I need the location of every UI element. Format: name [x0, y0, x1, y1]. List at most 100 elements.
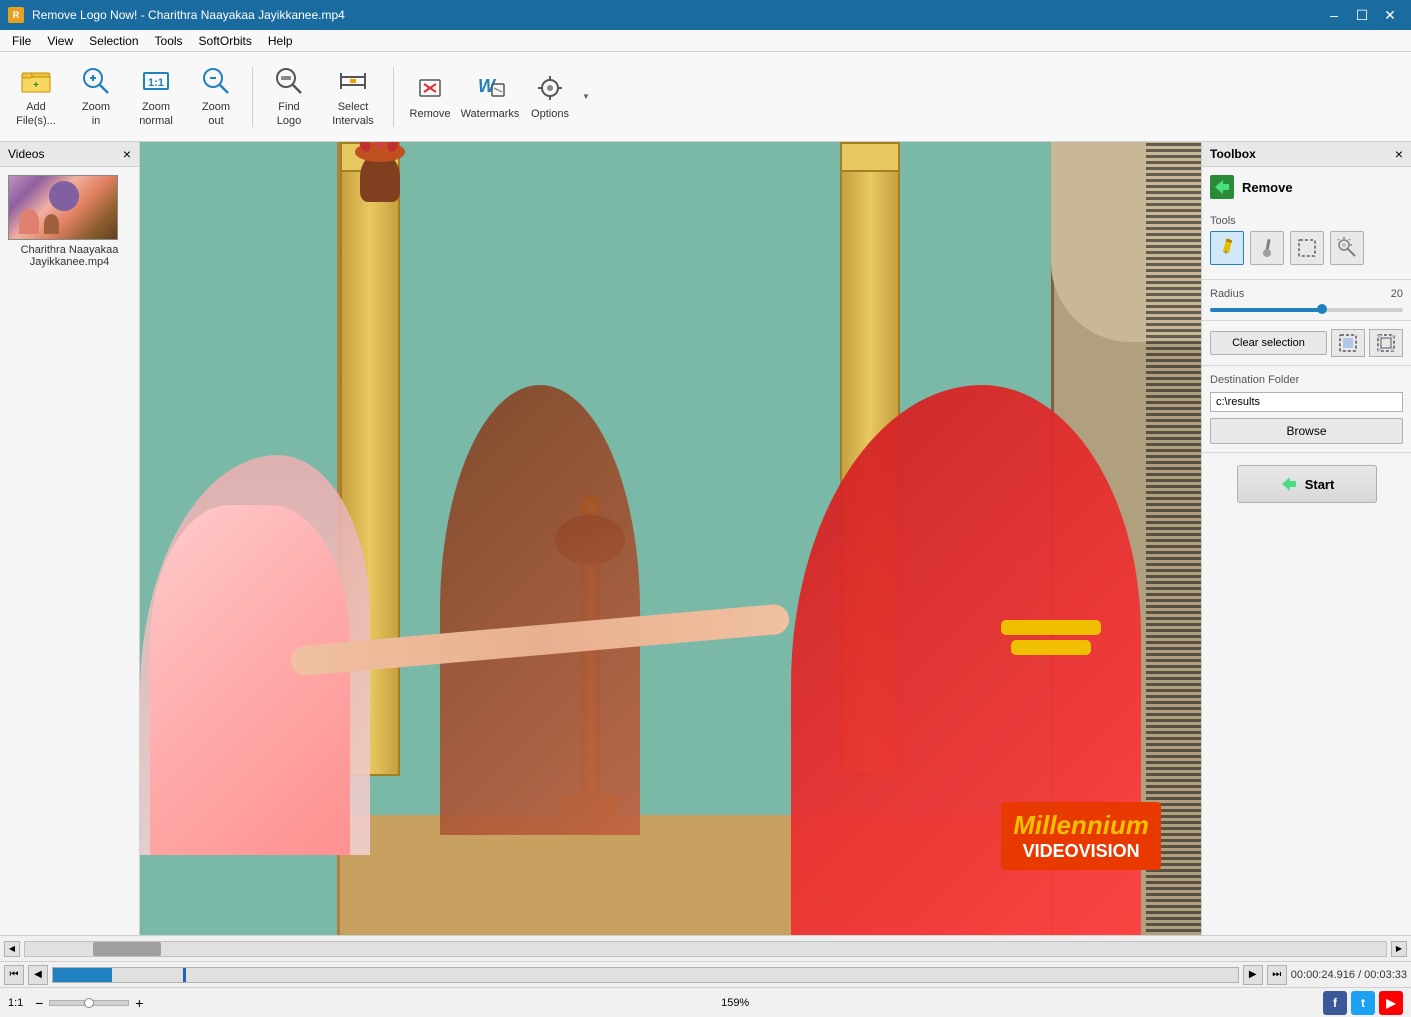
toolbox-panel: Toolbox × Remove Tools [1201, 142, 1411, 935]
playback-progress [53, 968, 112, 982]
radius-label: Radius [1210, 288, 1244, 300]
select-intervals-button[interactable]: SelectIntervals [321, 58, 385, 136]
invert-selection-button[interactable] [1369, 329, 1403, 357]
videos-panel-close[interactable]: × [123, 146, 131, 162]
find-logo-label: FindLogo [277, 101, 301, 127]
video-thumbnail-item[interactable]: Charithra NaayakaaJayikkanee.mp4 [8, 175, 131, 268]
zoom-out-icon [200, 65, 232, 97]
clear-selection-button[interactable]: Clear selection [1210, 331, 1327, 355]
video-canvas[interactable]: Millennium VIDEOVISION [140, 142, 1201, 935]
pencil-tool-button[interactable] [1210, 231, 1244, 265]
toolbox-close-button[interactable]: × [1395, 146, 1403, 162]
menu-softorbits[interactable]: SoftOrbits [191, 32, 260, 50]
main-area: Videos × Charithra NaayakaaJayikkanee.mp… [0, 142, 1411, 935]
select-intervals-label: SelectIntervals [332, 101, 374, 127]
video-thumb-image [8, 175, 118, 240]
watermarks-label: Watermarks [461, 108, 520, 121]
select-all-button[interactable] [1331, 329, 1365, 357]
svg-text:R: R [13, 10, 20, 20]
remove-section-label: Remove [1242, 180, 1293, 195]
menu-selection[interactable]: Selection [81, 32, 146, 50]
facebook-icon[interactable]: f [1323, 991, 1347, 1015]
zoom-slider[interactable] [49, 1000, 129, 1006]
brush-tool-button[interactable] [1250, 231, 1284, 265]
start-arrow-icon [1279, 474, 1299, 494]
destination-folder-label: Destination Folder [1210, 374, 1403, 386]
timeline-thumb[interactable] [93, 942, 161, 956]
timeline-scrollbar[interactable] [24, 941, 1387, 957]
menu-tools[interactable]: Tools [147, 32, 191, 50]
tools-buttons-row [1210, 231, 1403, 265]
go-to-end-button[interactable]: ⏭ [1267, 965, 1287, 985]
zoom-minus-icon[interactable]: − [31, 995, 47, 1011]
toolbar-more-button[interactable]: ▼ [582, 92, 592, 101]
destination-folder-input[interactable] [1210, 392, 1403, 412]
app-icon: R [8, 7, 24, 23]
maximize-button[interactable]: ☐ [1349, 2, 1375, 28]
toolbar: + AddFile(s)... Zoomin 1:1 Zoomnormal [0, 52, 1411, 142]
tools-label: Tools [1210, 215, 1403, 227]
window-controls: – ☐ ✕ [1321, 2, 1403, 28]
options-icon [534, 72, 566, 104]
timeline-scroll-left[interactable]: ◀ [4, 941, 20, 957]
magic-wand-tool-button[interactable] [1330, 231, 1364, 265]
zoom-ratio: 1:1 [8, 997, 23, 1009]
status-bar: 1:1 − + 159% f t ▶ [0, 987, 1411, 1017]
browse-button[interactable]: Browse [1210, 418, 1403, 444]
prev-frame-button[interactable]: ◀ [28, 965, 48, 985]
remove-section-header: Remove [1202, 167, 1411, 207]
watermark-overlay: Millennium VIDEOVISION [1001, 802, 1161, 870]
start-label: Start [1305, 477, 1335, 492]
timeline-scroll-right[interactable]: ▶ [1391, 941, 1407, 957]
radius-slider[interactable] [1210, 308, 1403, 312]
menu-file[interactable]: File [4, 32, 39, 50]
zoom-percent: 159% [721, 997, 749, 1009]
zoom-plus-icon[interactable]: + [131, 995, 147, 1011]
toolbox-header: Toolbox × [1202, 142, 1411, 167]
title-bar: R Remove Logo Now! - Charithra Naayakaa … [0, 0, 1411, 30]
folder-icon: + [20, 65, 52, 97]
zoom-in-label: Zoomin [82, 101, 110, 127]
video-thumb-label: Charithra NaayakaaJayikkanee.mp4 [8, 244, 131, 268]
go-to-start-button[interactable]: ⏮ [4, 965, 24, 985]
add-file-label: AddFile(s)... [16, 101, 56, 127]
menu-bar: File View Selection Tools SoftOrbits Hel… [0, 30, 1411, 52]
zoom-normal-button[interactable]: 1:1 Zoomnormal [128, 58, 184, 136]
zoom-slider-thumb[interactable] [84, 998, 94, 1008]
find-logo-icon [273, 65, 305, 97]
watermarks-icon: W [474, 72, 506, 104]
start-button[interactable]: Start [1237, 465, 1377, 503]
zoom-in-button[interactable]: Zoomin [68, 58, 124, 136]
videos-panel-title: Videos [8, 147, 44, 161]
svg-text:W: W [478, 76, 497, 96]
zoom-out-button[interactable]: Zoomout [188, 58, 244, 136]
remove-button[interactable]: Remove [402, 58, 458, 136]
minimize-button[interactable]: – [1321, 2, 1347, 28]
twitter-icon[interactable]: t [1351, 991, 1375, 1015]
watermarks-button[interactable]: W Watermarks [462, 58, 518, 136]
toolbar-separator-2 [393, 67, 394, 127]
tools-section: Tools [1202, 207, 1411, 280]
find-logo-button[interactable]: FindLogo [261, 58, 317, 136]
rect-select-tool-button[interactable] [1290, 231, 1324, 265]
svg-text:+: + [33, 80, 39, 91]
close-button[interactable]: ✕ [1377, 2, 1403, 28]
toolbar-separator-1 [252, 67, 253, 127]
remove-label: Remove [410, 108, 451, 121]
menu-view[interactable]: View [39, 32, 81, 50]
youtube-icon[interactable]: ▶ [1379, 991, 1403, 1015]
options-button[interactable]: Options [522, 58, 578, 136]
add-file-button[interactable]: + AddFile(s)... [8, 58, 64, 136]
menu-help[interactable]: Help [260, 32, 301, 50]
zoom-normal-label: Zoomnormal [139, 101, 173, 127]
destination-section: Destination Folder Browse [1202, 366, 1411, 453]
watermark-line2: VIDEOVISION [1013, 841, 1149, 862]
playback-timeline[interactable] [52, 967, 1239, 983]
radius-slider-thumb[interactable] [1317, 304, 1327, 314]
radius-slider-container[interactable] [1210, 308, 1403, 312]
videos-panel: Videos × Charithra NaayakaaJayikkanee.mp… [0, 142, 140, 935]
zoom-in-icon [80, 65, 112, 97]
timecode-display: 00:00:24.916 / 00:03:33 [1291, 969, 1407, 981]
remove-tool-icon [414, 72, 446, 104]
next-frame-button[interactable]: ▶ [1243, 965, 1263, 985]
